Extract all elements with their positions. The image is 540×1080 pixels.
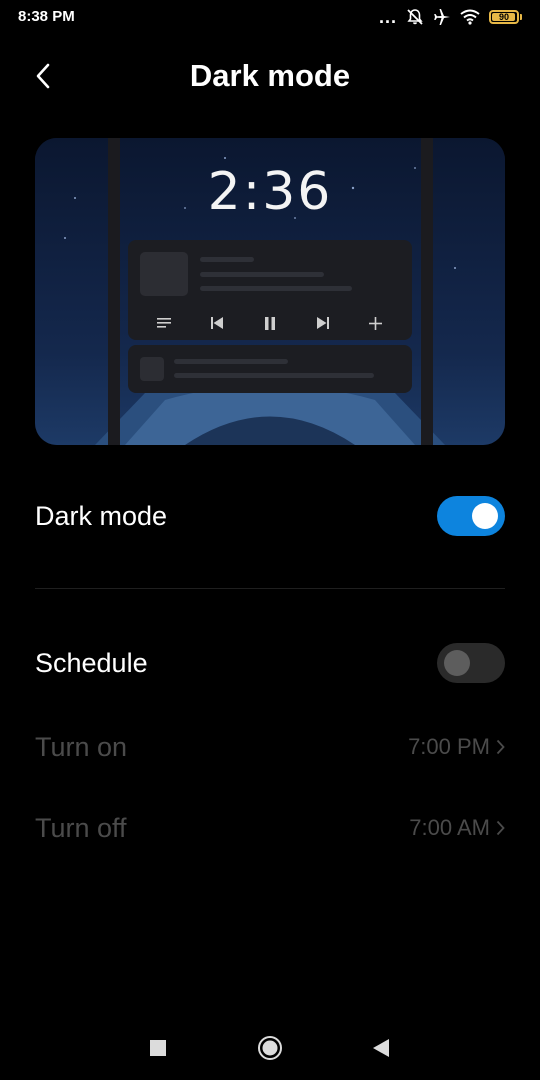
previous-icon [207,314,227,332]
notifications-off-icon [406,8,424,26]
turn-on-time: 7:00 PM [408,734,490,759]
turn-off-time: 7:00 AM [409,815,490,840]
dark-mode-preview: 2:36 [35,138,505,445]
turn-on-row[interactable]: Turn on 7:00 PM [35,717,505,777]
preview-media-controls [128,314,412,332]
more-dots-icon: ... [378,7,397,27]
home-circle-icon [258,1036,282,1060]
battery-icon: 90 [489,10,522,24]
battery-body: 90 [489,10,519,24]
preview-app-icon [140,357,164,381]
wifi-icon [460,9,480,25]
header: Dark mode [0,48,540,102]
dark-mode-label: Dark mode [35,500,168,531]
status-time: 8:38 PM [18,8,75,25]
turn-off-label: Turn off [35,812,127,843]
back-triangle-icon [373,1039,389,1057]
toggle-knob [472,503,498,529]
schedule-row[interactable]: Schedule [35,633,505,693]
battery-cap [520,14,522,20]
dark-mode-toggle[interactable] [437,496,505,536]
preview-media-notification [128,240,412,340]
preview-album-art [140,252,188,296]
home-button[interactable] [256,1034,284,1062]
preview-lock-time: 2:36 [207,162,333,222]
toggle-knob [444,650,470,676]
recents-square-icon [150,1040,166,1056]
preview-text-line [174,359,288,364]
schedule-toggle[interactable] [437,643,505,683]
chevron-right-icon [496,820,505,836]
plus-icon [366,314,386,332]
status-icons: ... 90 [379,6,522,28]
preview-notification [128,345,412,393]
section-divider [35,588,505,589]
airplane-icon [433,8,451,26]
turn-off-value-group: 7:00 AM [409,815,505,841]
preview-text-line [200,272,324,277]
recents-button[interactable] [144,1034,172,1062]
preview-text-line [174,373,374,378]
schedule-label: Schedule [35,647,148,678]
system-back-button[interactable] [367,1034,395,1062]
battery-level: 90 [498,12,509,22]
dark-mode-row[interactable]: Dark mode [35,486,505,546]
turn-on-value-group: 7:00 PM [408,734,505,760]
navigation-bar [0,1020,540,1074]
chevron-right-icon [496,739,505,755]
turn-on-label: Turn on [35,731,128,762]
next-icon [313,314,333,332]
preview-text-line [200,257,254,262]
screen: 8:38 PM ... 90 Dark mode 2:36 Dark mode … [0,0,540,1080]
pause-icon [260,314,280,332]
turn-off-row[interactable]: Turn off 7:00 AM [35,798,505,858]
menu-icon [154,314,174,332]
status-bar: 8:38 PM ... 90 [0,0,540,36]
page-title: Dark mode [189,58,351,93]
preview-text-line [200,286,352,291]
